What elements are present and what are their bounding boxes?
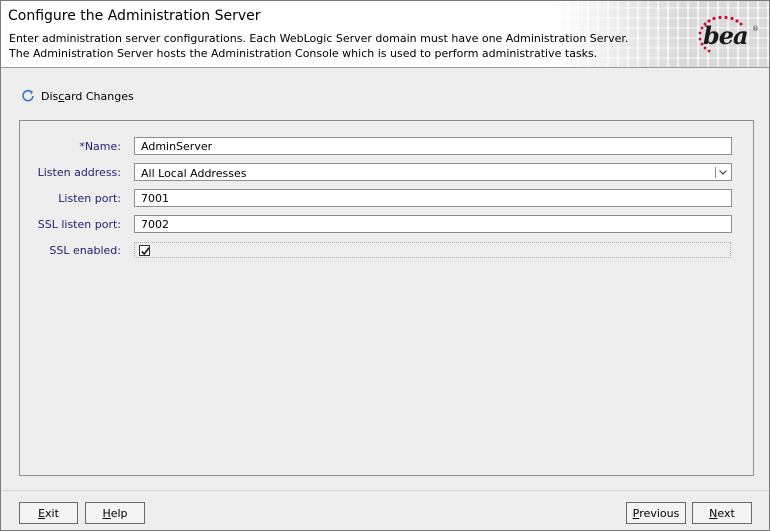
next-button[interactable]: Next: [692, 502, 752, 524]
listen-port-row: Listen port:: [20, 189, 753, 209]
ssl-enabled-checkbox[interactable]: [139, 245, 150, 256]
ssl-enabled-row: SSL enabled:: [20, 242, 753, 262]
ssl-enabled-focus-area: [134, 242, 731, 258]
description-line-1: Enter administration server configuratio…: [9, 32, 629, 45]
ssl-listen-port-row: SSL listen port:: [20, 215, 753, 235]
page-description: Enter administration server configuratio…: [9, 31, 628, 61]
name-label: *Name:: [79, 140, 121, 153]
header-banner: Configure the Administration Server Ente…: [1, 1, 769, 68]
ssl-listen-port-field[interactable]: [134, 215, 732, 233]
dropdown-divider: [715, 167, 716, 178]
footer-divider: [1, 490, 769, 491]
server-settings-panel: *Name: Listen address: All Local Address…: [19, 120, 754, 476]
listen-address-select[interactable]: All Local Addresses: [134, 163, 732, 181]
listen-port-label: Listen port:: [58, 192, 121, 205]
refresh-icon: [22, 89, 34, 102]
logo-wordmark: bea: [703, 21, 749, 50]
listen-address-row: Listen address: All Local Addresses: [20, 163, 753, 183]
listen-address-label: Listen address:: [37, 166, 121, 179]
discard-changes-button[interactable]: Discard Changes: [21, 87, 134, 105]
discard-changes-label: Discard Changes: [41, 89, 134, 103]
installer-window: Configure the Administration Server Ente…: [0, 0, 770, 531]
logo-registered-mark: ®: [752, 25, 759, 33]
ssl-listen-port-label: SSL listen port:: [37, 218, 121, 231]
page-title: Configure the Administration Server: [8, 8, 261, 24]
name-row: *Name:: [20, 137, 753, 157]
chevron-down-icon[interactable]: [718, 167, 728, 177]
previous-button[interactable]: Previous: [626, 502, 686, 524]
bea-logo: bea ®: [695, 15, 759, 55]
listen-port-field[interactable]: [134, 189, 732, 207]
help-button[interactable]: Help: [85, 502, 145, 524]
name-field[interactable]: [134, 137, 732, 155]
exit-button[interactable]: Exit: [19, 502, 78, 524]
description-line-2: The Administration Server hosts the Admi…: [9, 47, 598, 60]
ssl-enabled-label: SSL enabled:: [49, 244, 121, 257]
listen-address-value: All Local Addresses: [141, 167, 247, 180]
checkmark-icon: [141, 247, 150, 256]
